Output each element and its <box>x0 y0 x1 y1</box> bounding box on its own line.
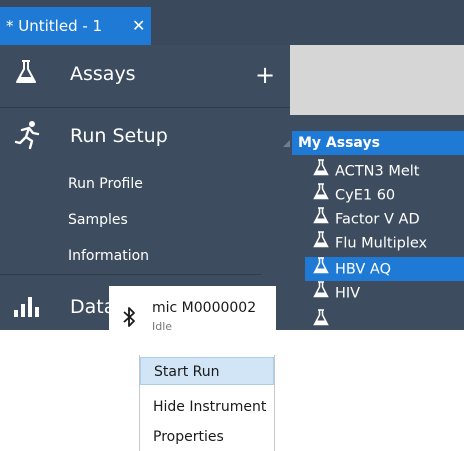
menu-item-properties[interactable]: Properties <box>140 423 274 451</box>
tree-item-label: ACTN3 Melt <box>335 163 420 180</box>
flask-icon <box>16 60 36 83</box>
bluetooth-icon <box>123 307 135 327</box>
menu-item-start-run[interactable]: Start Run <box>140 357 274 385</box>
tree-item[interactable] <box>313 309 335 330</box>
add-assay-button[interactable]: + <box>255 63 275 87</box>
tree-item[interactable]: HIV <box>313 281 360 305</box>
tab-untitled[interactable]: * Untitled - 1 ✕ <box>0 7 151 45</box>
flask-icon <box>313 231 329 248</box>
instrument-status: Idle <box>152 320 173 333</box>
tree-item-label: HBV AQ <box>335 261 392 278</box>
flask-icon <box>313 257 329 274</box>
flask-icon <box>313 207 329 224</box>
tree-item[interactable]: ACTN3 Melt <box>313 159 419 183</box>
tree-item-label: CyE1 60 <box>335 187 396 204</box>
assay-tree-panel: My Assays ACTN3 Melt CyE1 60 Factor V AD… <box>261 115 464 330</box>
nav-assays[interactable]: Assays + <box>0 45 290 107</box>
nav-information[interactable]: Information <box>68 248 149 264</box>
tree-item[interactable]: Factor V AD <box>313 207 420 231</box>
flask-icon <box>313 159 329 176</box>
tree-item[interactable]: Flu Multiplex <box>313 231 427 255</box>
tree-header-my-assays[interactable]: My Assays <box>292 131 464 155</box>
tab-strip: * Untitled - 1 ✕ <box>0 0 464 45</box>
workspace-area <box>290 45 464 115</box>
menu-item-hide-instrument[interactable]: Hide Instrument <box>140 393 274 421</box>
collapse-triangle-icon[interactable] <box>283 140 290 147</box>
tree-item[interactable]: CyE1 60 <box>313 183 395 207</box>
instrument-name: mic M0000002 <box>152 300 257 316</box>
tree-item-label: HIV <box>335 285 361 302</box>
nav-assays-label: Assays <box>70 63 136 85</box>
nav-run-setup-label: Run Setup <box>70 125 168 147</box>
tree-item-selected[interactable]: HBV AQ <box>305 257 464 281</box>
tab-title: * Untitled - 1 <box>6 17 103 35</box>
close-icon[interactable]: ✕ <box>132 7 145 45</box>
tree-item-label: Factor V AD <box>335 211 420 228</box>
instrument-context-menu: Start Run Hide Instrument Properties <box>139 355 275 451</box>
tree-item-label: Flu Multiplex <box>335 235 428 252</box>
flask-icon <box>313 183 329 200</box>
flask-icon <box>313 281 329 298</box>
runner-icon <box>14 121 40 150</box>
nav-run-profile[interactable]: Run Profile <box>68 176 143 192</box>
nav-run-setup[interactable]: Run Setup <box>0 108 261 166</box>
nav-samples[interactable]: Samples <box>68 212 128 228</box>
flask-icon <box>313 309 329 326</box>
bar-chart-icon <box>14 297 39 317</box>
instrument-card[interactable]: mic M0000002 Idle <box>109 286 276 344</box>
